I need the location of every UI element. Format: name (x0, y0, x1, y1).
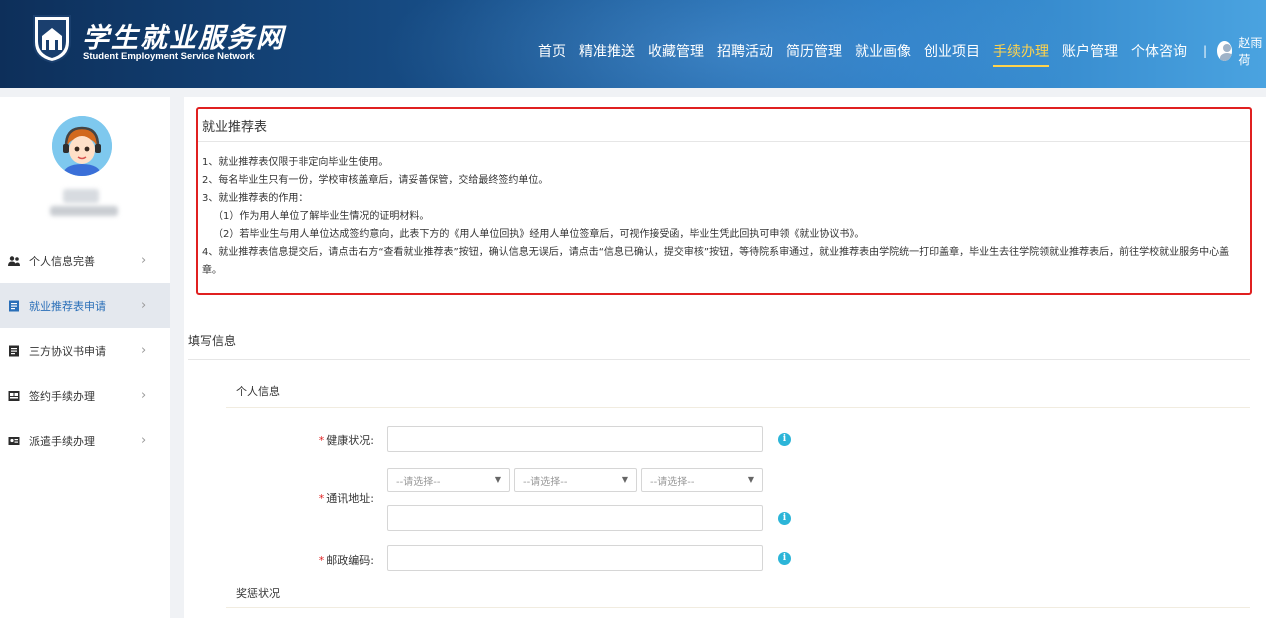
chevron-right-icon: › (141, 343, 147, 358)
nav-precise-push[interactable]: 精准推送 (579, 41, 635, 61)
nav-home[interactable]: 首页 (538, 41, 566, 61)
sidebar-item-dispatch-procedures[interactable]: 派遣手续办理 › (0, 418, 170, 463)
city-select-value: --请选择-- (523, 476, 568, 488)
required-mark: * (318, 554, 325, 567)
sidebar-item-label: 三方协议书申请 (29, 344, 106, 358)
sidebar: 个人信息完善 › 就业推荐表申请 › 三方协议书申请 › 签约手续办理 › 派遣… (0, 97, 170, 618)
document-icon (9, 345, 19, 356)
postcode-label: * 邮政编码: (294, 552, 374, 568)
form-icon (9, 300, 19, 311)
personal-info-title: 个人信息 (236, 385, 280, 398)
site-title[interactable]: 学生就业服务网 (82, 16, 285, 55)
sidebar-menu: 个人信息完善 › 就业推荐表申请 › 三方协议书申请 › 签约手续办理 › 派遣… (0, 238, 170, 463)
district-select-value: --请选择-- (650, 476, 695, 488)
nav-profile-portrait[interactable]: 就业画像 (855, 41, 911, 61)
nav-separator: | (1203, 44, 1208, 58)
profile-info-redacted (50, 206, 118, 216)
required-mark: * (318, 434, 325, 447)
sidebar-item-recommendation-form[interactable]: 就业推荐表申请 › (0, 283, 170, 328)
postcode-label-text: 邮政编码: (326, 554, 374, 567)
nav-account[interactable]: 账户管理 (1062, 41, 1118, 61)
awards-title: 奖惩状况 (236, 587, 280, 600)
nav-procedures[interactable]: 手续办理 (993, 41, 1049, 67)
notice-divider (198, 141, 1250, 142)
user-icon (8, 255, 20, 266)
section-divider (188, 359, 1250, 360)
site-header: 学生就业服务网 Student Employment Service Netwo… (0, 0, 1266, 88)
province-select[interactable]: --请选择-- ▼ (387, 468, 510, 492)
chevron-right-icon: › (141, 253, 147, 268)
dispatch-icon (8, 436, 20, 445)
main-panel: 就业推荐表 1、就业推荐表仅限于非定向毕业生使用。 2、每名毕业生只有一份，学校… (184, 97, 1266, 618)
notice-box: 就业推荐表 1、就业推荐表仅限于非定向毕业生使用。 2、每名毕业生只有一份，学校… (196, 107, 1252, 295)
nav-recruitment[interactable]: 招聘活动 (717, 41, 773, 61)
district-select[interactable]: --请选择-- ▼ (641, 468, 763, 492)
caret-down-icon: ▼ (747, 475, 754, 484)
awards-divider (226, 607, 1250, 608)
nav-resume[interactable]: 简历管理 (786, 41, 842, 61)
caret-down-icon: ▼ (621, 475, 628, 484)
notice-line: （1）作为用人单位了解毕业生情况的证明材料。 (213, 211, 430, 222)
notice-line: 1、就业推荐表仅限于非定向毕业生使用。 (202, 157, 389, 168)
province-select-value: --请选择-- (396, 476, 441, 488)
chevron-right-icon: › (141, 433, 147, 448)
info-icon[interactable]: i (778, 512, 791, 525)
fill-info-title: 填写信息 (188, 334, 237, 348)
sidebar-item-label: 个人信息完善 (29, 254, 95, 268)
university-emblem-icon (33, 15, 71, 64)
sidebar-item-personal-info[interactable]: 个人信息完善 › (0, 238, 170, 283)
notice-line: （2）若毕业生与用人单位达成签约意向，此表下方的《用人单位回执》经用人单位签章后… (213, 229, 865, 240)
chevron-right-icon: › (141, 298, 147, 313)
info-icon[interactable]: i (778, 433, 791, 446)
profile-avatar (52, 116, 112, 176)
chevron-right-icon: › (141, 388, 147, 403)
address-label: * 通讯地址: (294, 490, 374, 506)
address-detail-input[interactable] (387, 505, 763, 531)
sidebar-item-label: 签约手续办理 (29, 389, 95, 403)
top-nav: 首页 精准推送 收藏管理 招聘活动 简历管理 就业画像 创业项目 手续办理 账户… (538, 34, 1266, 68)
user-name: 赵雨荷 (1238, 36, 1263, 67)
required-mark: * (318, 492, 325, 505)
notice-line: 2、每名毕业生只有一份，学校审核盖章后，请妥善保管，交给最终签约单位。 (202, 175, 549, 186)
personal-info-divider (226, 407, 1250, 408)
health-label-text: 健康状况: (326, 434, 374, 447)
city-select[interactable]: --请选择-- ▼ (514, 468, 637, 492)
sidebar-item-signing-procedures[interactable]: 签约手续办理 › (0, 373, 170, 418)
notice-line: 4、就业推荐表信息提交后，请点击右方“查看就业推荐表”按钮，确认信息无误后，请点… (202, 247, 1230, 276)
user-menu[interactable]: 赵雨荷 (1217, 34, 1266, 68)
nav-consulting[interactable]: 个体咨询 (1131, 41, 1187, 61)
contract-icon (8, 390, 20, 401)
info-icon[interactable]: i (778, 552, 791, 565)
health-label: * 健康状况: (294, 432, 374, 448)
user-avatar-icon (1217, 41, 1233, 61)
sidebar-item-tripartite-agreement[interactable]: 三方协议书申请 › (0, 328, 170, 373)
nav-startup[interactable]: 创业项目 (924, 41, 980, 61)
address-label-text: 通讯地址: (326, 492, 374, 505)
caret-down-icon: ▼ (494, 475, 501, 484)
health-status-input[interactable] (387, 426, 763, 452)
profile-name-redacted (63, 189, 99, 203)
sidebar-item-label: 就业推荐表申请 (29, 299, 106, 313)
nav-favorites[interactable]: 收藏管理 (648, 41, 704, 61)
avatar-illustration-icon (52, 116, 112, 176)
notice-title: 就业推荐表 (202, 120, 268, 135)
postcode-input[interactable] (387, 545, 763, 571)
site-subtitle: Student Employment Service Network (83, 51, 255, 62)
notice-body: 1、就业推荐表仅限于非定向毕业生使用。 2、每名毕业生只有一份，学校审核盖章后，… (202, 154, 1246, 280)
notice-line: 3、就业推荐表的作用： (202, 193, 309, 204)
sidebar-item-label: 派遣手续办理 (29, 434, 95, 448)
